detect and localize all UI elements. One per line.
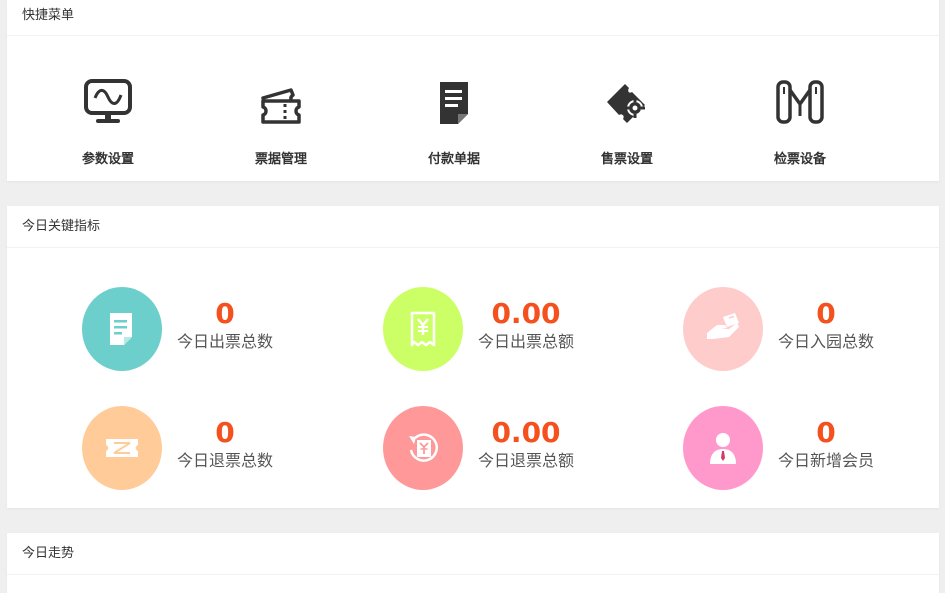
quick-item-payment-documents[interactable]: 付款单据 xyxy=(394,76,514,167)
quick-item-label: 检票设备 xyxy=(773,152,826,167)
metric-value: 0 xyxy=(215,416,235,449)
quick-menu-panel: 快捷菜单 参数设置 票据管理 付款单据 售票设置 检票设备 xyxy=(7,0,939,181)
metric-icon-circle xyxy=(383,287,463,371)
metric-text: 0 今日新增会员 xyxy=(771,416,881,472)
metric-value: 0 xyxy=(215,297,235,330)
metric-park-entries: 0 今日入园总数 xyxy=(683,287,893,373)
metric-text: 0 今日入园总数 xyxy=(771,297,881,353)
ticket-icon xyxy=(255,76,307,128)
metric-icon-circle xyxy=(82,287,162,371)
metric-text: 0 今日退票总数 xyxy=(170,416,280,472)
metric-value: 0.00 xyxy=(491,297,561,330)
metric-label: 今日出票总额 xyxy=(477,332,574,351)
ticket-gear-icon xyxy=(601,76,653,128)
key-metrics-title: 今日关键指标 xyxy=(7,206,939,248)
hand-ticket-icon xyxy=(707,313,739,339)
quick-item-ticket-check-devices[interactable]: 检票设备 xyxy=(740,76,860,167)
metric-text: 0 今日出票总数 xyxy=(170,297,280,353)
metric-icon-circle xyxy=(683,406,763,490)
quick-item-label: 付款单据 xyxy=(427,152,480,167)
member-icon xyxy=(710,433,736,464)
ticket-doc-icon xyxy=(110,313,132,345)
yuan-receipt-icon xyxy=(410,311,436,347)
document-icon xyxy=(428,76,480,128)
metric-ticket-revenue: 0.00 今日出票总额 xyxy=(383,287,593,373)
quick-item-ticketing-settings[interactable]: 售票设置 xyxy=(567,76,687,167)
metric-icon-circle xyxy=(683,287,763,371)
quick-item-ticket-management[interactable]: 票据管理 xyxy=(221,76,341,167)
metric-label: 今日退票总数 xyxy=(176,451,273,470)
metric-tickets-refunded: 0 今日退票总数 xyxy=(82,406,292,492)
quick-menu-list: 参数设置 票据管理 付款单据 售票设置 检票设备 xyxy=(7,36,939,181)
metric-icon-circle xyxy=(82,406,162,490)
metric-new-members: 0 今日新增会员 xyxy=(683,406,893,492)
key-metrics-panel: 今日关键指标 0 今日出票总数 0.00 今日出票总额 0 今日入园总数 0 今… xyxy=(7,206,939,508)
turnstile-gate-icon xyxy=(774,76,826,128)
quick-item-parameter-settings[interactable]: 参数设置 xyxy=(48,76,168,167)
quick-menu-title: 快捷菜单 xyxy=(7,0,939,36)
metric-label: 今日退票总额 xyxy=(477,451,574,470)
metric-tickets-issued: 0 今日出票总数 xyxy=(82,287,292,373)
metric-label: 今日入园总数 xyxy=(777,332,874,351)
quick-item-label: 售票设置 xyxy=(600,152,653,167)
metric-text: 0.00 今日出票总额 xyxy=(471,297,581,353)
monitor-settings-icon xyxy=(82,76,134,128)
metric-icon-circle xyxy=(383,406,463,490)
quick-item-label: 参数设置 xyxy=(81,152,134,167)
metric-label: 今日出票总数 xyxy=(176,332,273,351)
metric-value: 0 xyxy=(816,416,836,449)
quick-item-label: 票据管理 xyxy=(254,152,307,167)
metric-refund-amount: 0.00 今日退票总额 xyxy=(383,406,593,492)
metric-value: 0 xyxy=(816,297,836,330)
metric-text: 0.00 今日退票总额 xyxy=(471,416,581,472)
metric-value: 0.00 xyxy=(491,416,561,449)
refund-amount-icon xyxy=(409,433,439,462)
today-trend-panel: 今日走势 xyxy=(7,533,939,593)
today-trend-title: 今日走势 xyxy=(7,533,939,575)
refund-ticket-icon xyxy=(106,439,138,457)
metric-label: 今日新增会员 xyxy=(777,451,874,470)
